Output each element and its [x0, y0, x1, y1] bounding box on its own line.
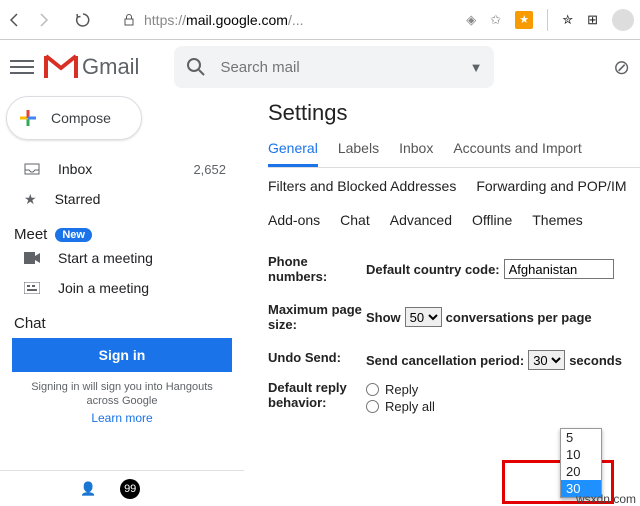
forward-button[interactable] — [34, 11, 52, 29]
tab-chat[interactable]: Chat — [340, 212, 370, 236]
settings-tabs-row3: Add-ons Chat Advanced Offline Themes — [268, 212, 640, 236]
lock-icon — [122, 13, 136, 27]
starred-label: Starred — [55, 191, 101, 207]
dd-option-5[interactable]: 5 — [561, 429, 601, 446]
gmail-logo-text: Gmail — [82, 54, 139, 80]
search-options-icon[interactable]: ▼ — [470, 60, 483, 75]
nav-list: Inbox 2,652 ★ Starred — [0, 154, 244, 214]
dd-option-10[interactable]: 10 — [561, 446, 601, 463]
tab-themes[interactable]: Themes — [532, 212, 583, 236]
learn-more-link[interactable]: Learn more — [0, 411, 244, 425]
inbox-label: Inbox — [58, 161, 92, 177]
tab-filters[interactable]: Filters and Blocked Addresses — [268, 178, 456, 202]
favorite-icon[interactable]: ✩ — [490, 12, 501, 28]
new-badge: New — [55, 228, 92, 242]
star-icon: ★ — [24, 191, 37, 208]
camera-icon — [24, 252, 40, 264]
support-icon[interactable]: ⊘ — [613, 55, 630, 80]
menu-button[interactable] — [10, 55, 34, 79]
row-undo: Undo Send: Send cancellation period: 30 … — [268, 350, 640, 370]
extension-badge[interactable]: ★ — [515, 11, 533, 29]
replyall-radio[interactable] — [366, 400, 379, 413]
meet-section: Meet New — [0, 226, 244, 243]
plus-icon — [17, 107, 39, 129]
compose-label: Compose — [51, 110, 111, 126]
row-reply: Default reply behavior: Reply Reply all — [268, 380, 640, 414]
gmail-header: Gmail ▼ ⊘ — [0, 40, 640, 94]
reader-icon[interactable]: ◈ — [466, 12, 476, 28]
row-pagesize: Maximum page size: Show 50 conversations… — [268, 302, 640, 332]
sidebar-item-inbox[interactable]: Inbox 2,652 — [0, 154, 244, 184]
join-meeting[interactable]: Join a meeting — [0, 273, 244, 303]
tab-offline[interactable]: Offline — [472, 212, 512, 236]
watermark: wsxdn.com — [576, 492, 636, 506]
chat-section-title: Chat — [0, 315, 244, 332]
pagesize-label: Maximum page size: — [268, 302, 366, 332]
url-text: https://mail.google.com/... — [144, 12, 304, 28]
phone-label: Phone numbers: — [268, 254, 366, 284]
tab-addons[interactable]: Add-ons — [268, 212, 320, 236]
tab-forwarding[interactable]: Forwarding and POP/IM — [476, 178, 626, 202]
signin-hint: Signing in will sign you into Hangouts a… — [0, 380, 244, 409]
undo-select[interactable]: 30 — [528, 350, 565, 370]
pagesize-select[interactable]: 50 — [405, 307, 442, 327]
start-meeting[interactable]: Start a meeting — [0, 243, 244, 273]
signin-button[interactable]: Sign in — [12, 338, 232, 372]
inbox-count: 2,652 — [193, 162, 226, 177]
settings-tabs-row2: Filters and Blocked Addresses Forwarding… — [268, 178, 640, 202]
inbox-icon — [24, 161, 40, 177]
refresh-button[interactable] — [74, 11, 92, 29]
browser-actions: ◈ ✩ ★ ✮ ⊞ — [466, 9, 634, 31]
dd-option-20[interactable]: 20 — [561, 463, 601, 480]
tab-accounts[interactable]: Accounts and Import — [453, 140, 581, 167]
search-icon — [186, 57, 206, 77]
browser-toolbar: https://mail.google.com/... ◈ ✩ ★ ✮ ⊞ — [0, 0, 640, 40]
undo-dropdown-list[interactable]: 5 10 20 30 — [560, 428, 602, 498]
row-phone: Phone numbers: Default country code: — [268, 254, 640, 284]
search-input[interactable] — [220, 59, 455, 76]
address-bar[interactable]: https://mail.google.com/... — [122, 12, 304, 28]
keyboard-icon — [24, 282, 40, 294]
phone-pre: Default country code: — [366, 262, 500, 277]
gmail-logo-icon — [44, 54, 78, 80]
tab-general[interactable]: General — [268, 140, 318, 167]
undo-label: Undo Send: — [268, 350, 366, 370]
sidebar-footer: 👤 99 — [0, 470, 244, 506]
tab-labels[interactable]: Labels — [338, 140, 379, 167]
meet-title: Meet — [14, 226, 47, 243]
sidebar: Compose Inbox 2,652 ★ Starred Meet New S… — [0, 94, 244, 506]
back-button[interactable] — [6, 11, 24, 29]
sidebar-item-starred[interactable]: ★ Starred — [0, 184, 244, 214]
country-code-input[interactable] — [504, 259, 614, 279]
reply-radio[interactable] — [366, 383, 379, 396]
settings-title: Settings — [268, 100, 640, 126]
tab-advanced[interactable]: Advanced — [390, 212, 452, 236]
collections-icon[interactable]: ⊞ — [587, 12, 598, 28]
tab-inbox[interactable]: Inbox — [399, 140, 433, 167]
search-bar[interactable]: ▼ — [174, 46, 494, 88]
hangouts-icon[interactable]: 99 — [120, 479, 140, 499]
favorites-bar-icon[interactable]: ✮ — [562, 12, 573, 28]
compose-button[interactable]: Compose — [6, 96, 142, 140]
person-icon[interactable]: 👤 — [80, 481, 96, 497]
profile-avatar[interactable] — [612, 9, 634, 31]
reply-label: Default reply behavior: — [268, 380, 366, 414]
settings-tabs-row1: General Labels Inbox Accounts and Import — [268, 140, 640, 168]
